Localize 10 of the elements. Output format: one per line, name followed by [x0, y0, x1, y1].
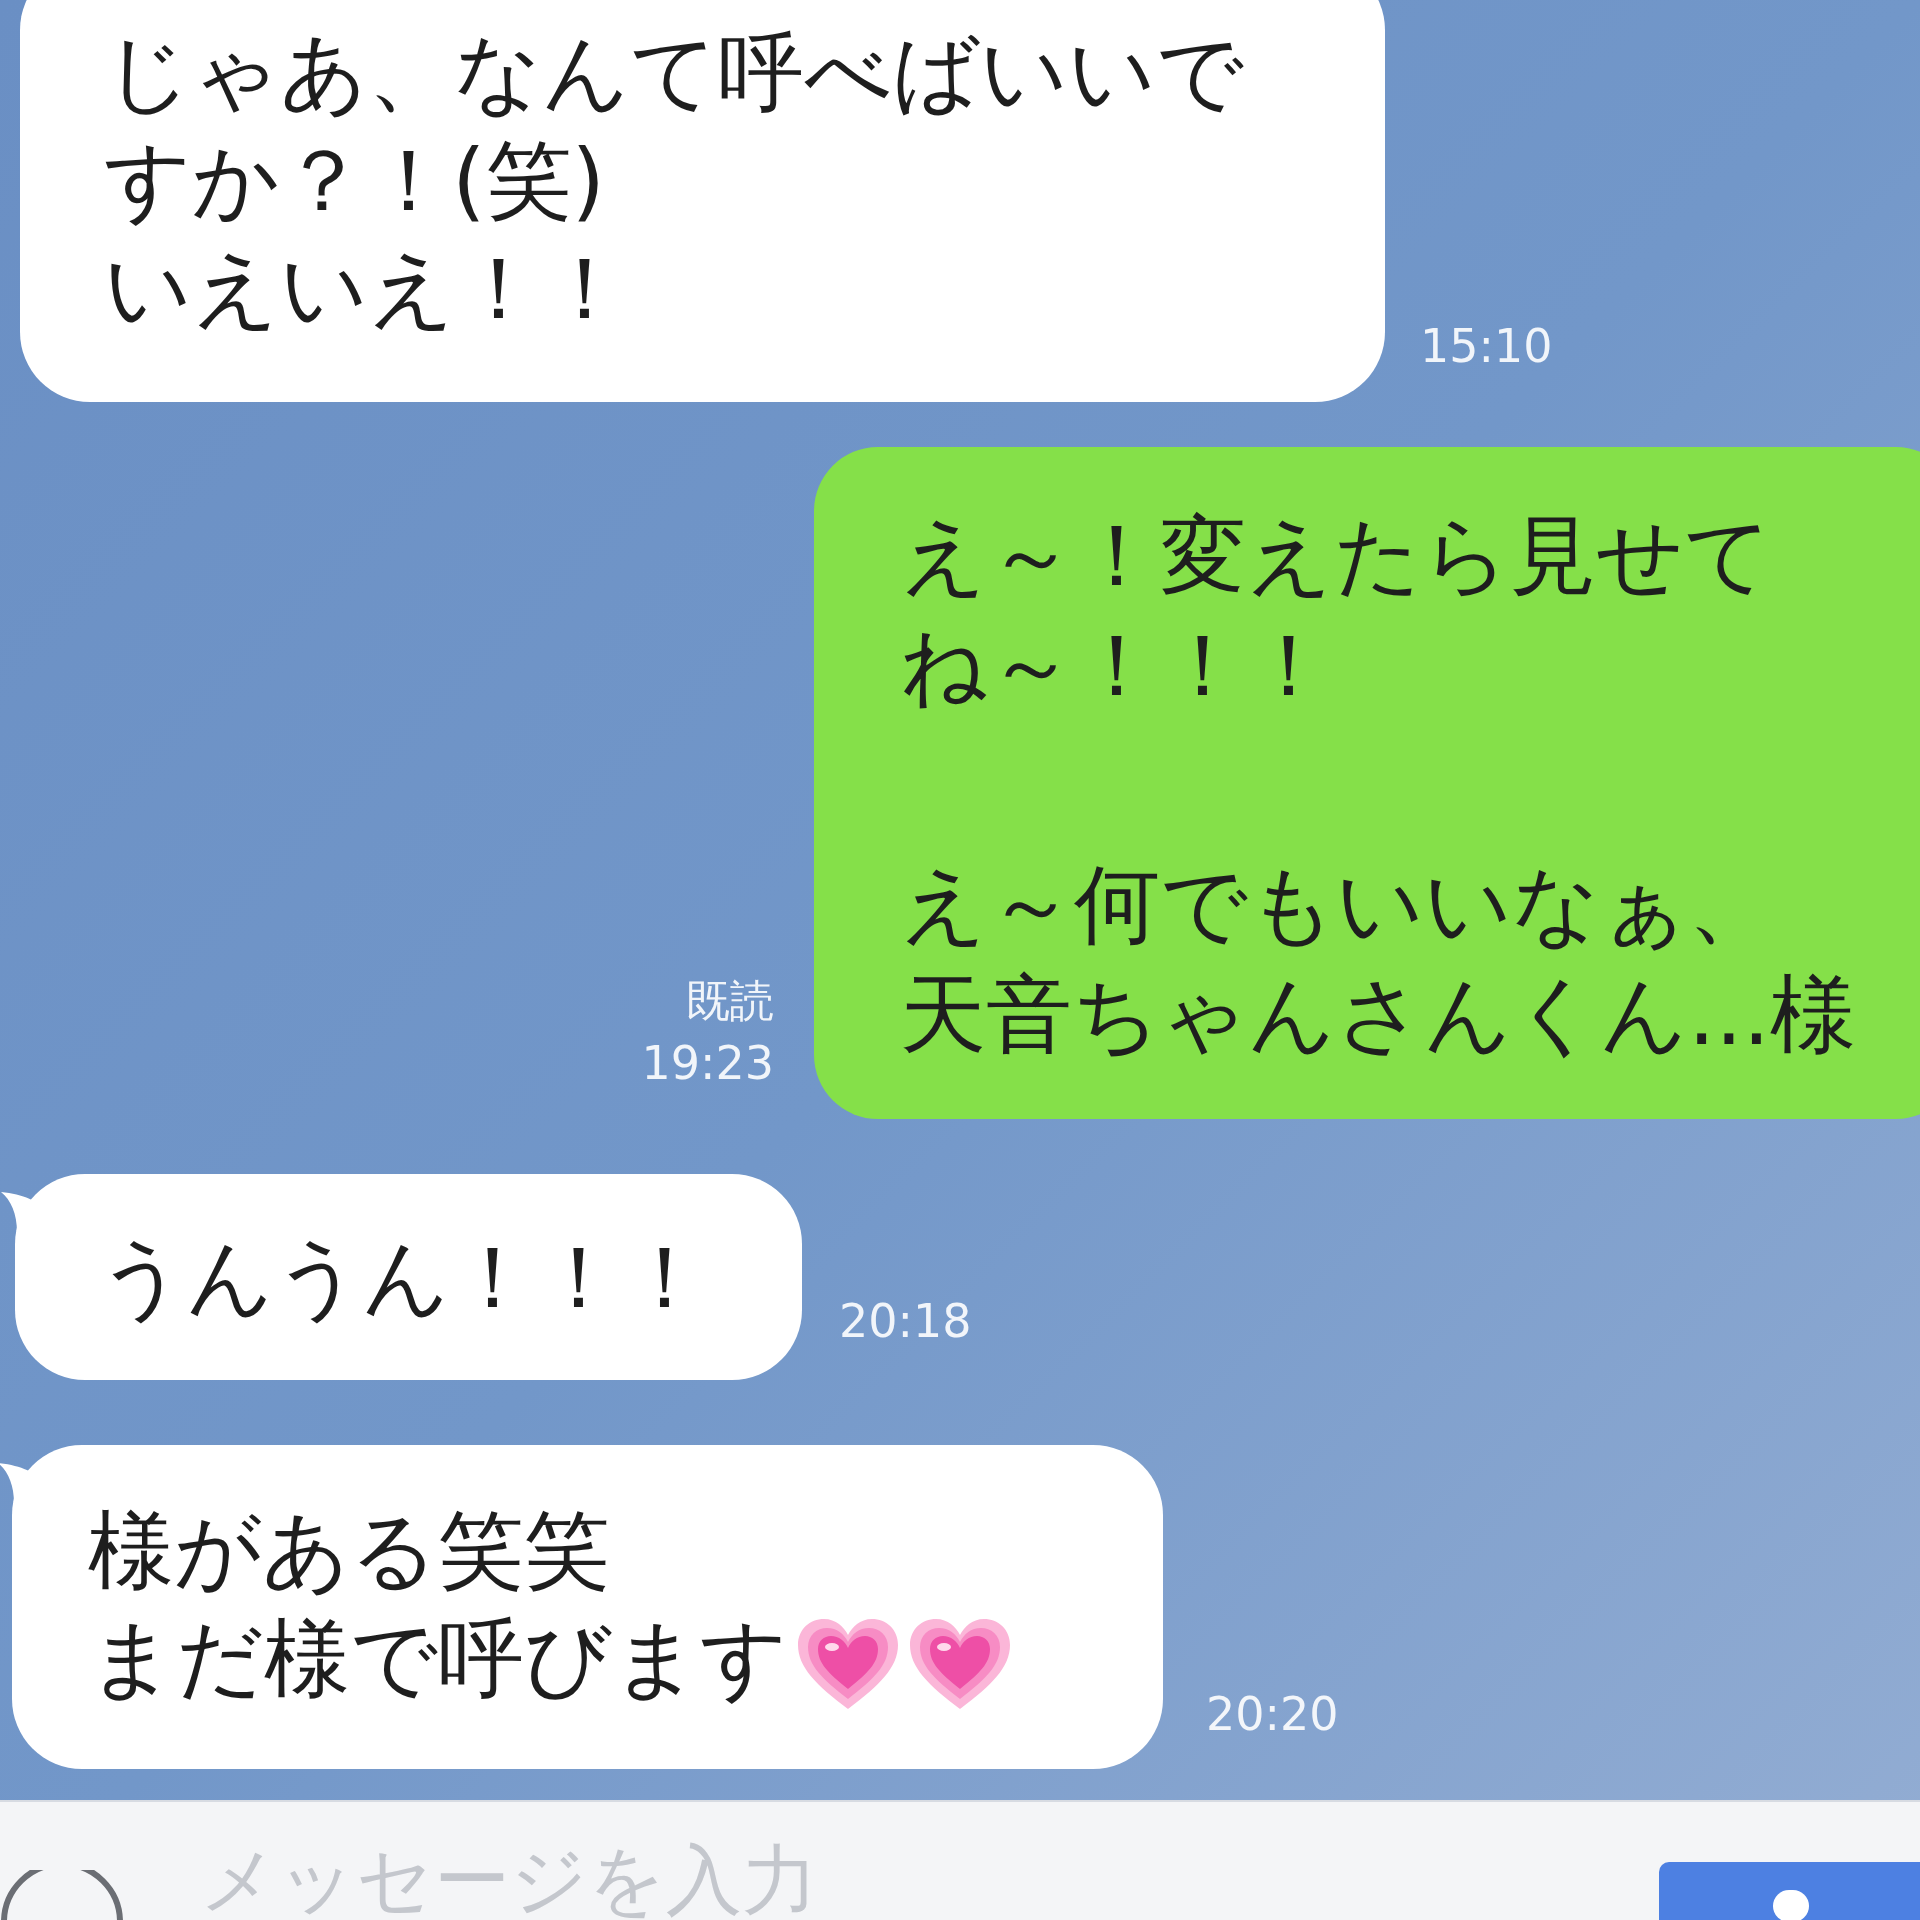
message-text: え～！変えたら見せて ね～！！！ [900, 504, 1773, 717]
timestamp: 20:18 [839, 1293, 972, 1350]
timestamp: 15:10 [1420, 318, 1553, 375]
message-text: 様がある笑笑 まだ様で呼びます [88, 1496, 1123, 1713]
message-text: じゃあ、なんて呼べばいいで すか？！(笑) いえいえ！！ [104, 21, 1245, 340]
timestamp: 19:23 [641, 1035, 774, 1092]
message-text: うんうん！！！ [98, 1226, 709, 1329]
message-text: え～何でもいいなぁ、 天音ちゃんさんくん...様 [900, 853, 1857, 1066]
read-receipt: 既読 [686, 974, 774, 1028]
timestamp: 20:20 [1206, 1685, 1339, 1743]
